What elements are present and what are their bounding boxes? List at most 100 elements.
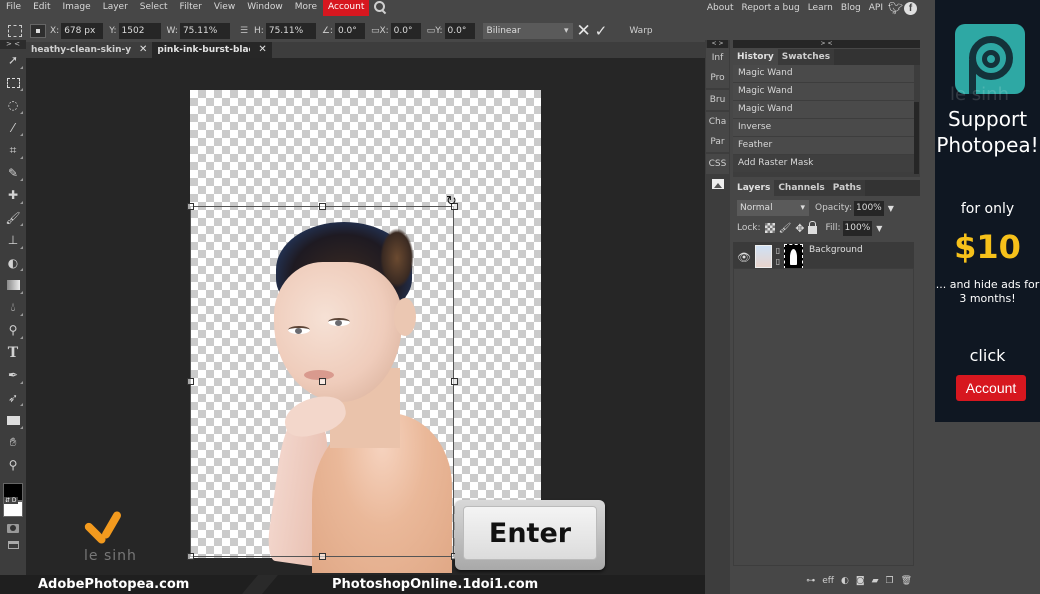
document-canvas[interactable]: [190, 90, 541, 573]
close-icon[interactable]: ✕: [139, 42, 147, 58]
tab-history[interactable]: History: [733, 49, 778, 65]
healing-brush-tool-icon[interactable]: ✚: [0, 184, 26, 207]
menu-image[interactable]: Image: [57, 0, 97, 16]
lock-pixels-icon[interactable]: 🖌︎: [779, 223, 792, 234]
canvas-workspace[interactable]: ↻: [26, 58, 705, 576]
mask-link-icon[interactable]: ▯ ▯: [774, 245, 782, 268]
move-tool-icon[interactable]: ➚: [0, 49, 26, 72]
transform-handle-tl[interactable]: [187, 203, 194, 210]
type-tool-icon[interactable]: T: [0, 342, 26, 365]
transform-handle-ml[interactable]: [187, 378, 194, 385]
history-item[interactable]: Feather: [733, 137, 914, 155]
transform-handle-mm[interactable]: [319, 378, 326, 385]
search-icon[interactable]: [371, 0, 389, 16]
history-item[interactable]: Inverse: [733, 119, 914, 137]
image-panel-icon[interactable]: [711, 179, 724, 189]
skew-x-input[interactable]: 0.0°: [390, 22, 421, 39]
height-input[interactable]: 75.11%: [265, 22, 316, 39]
swap-colors-button[interactable]: ⇵ D: [4, 496, 18, 504]
account-button[interactable]: Account: [323, 0, 370, 16]
blur-tool-icon[interactable]: 💧︎: [0, 297, 26, 320]
about-link[interactable]: About: [703, 3, 738, 13]
tab-heathy-clean-skin[interactable]: heathy-clean-skin-young-woman ✕: [26, 42, 153, 58]
screen-mode-icon[interactable]: [0, 537, 26, 553]
ad-account-button[interactable]: Account: [956, 375, 1026, 401]
tab-paths[interactable]: Paths: [828, 180, 866, 196]
transform-handle-tm[interactable]: [319, 203, 326, 210]
info-panel-button[interactable]: Inf: [706, 48, 729, 68]
brush-tool-icon[interactable]: 🖌︎: [0, 207, 26, 230]
x-input[interactable]: 678 px: [61, 22, 104, 39]
width-input[interactable]: 75.11%: [179, 22, 230, 39]
commit-transform-icon[interactable]: ✓: [595, 23, 608, 39]
magic-wand-tool-icon[interactable]: ⁄: [0, 117, 26, 140]
effects-icon[interactable]: eff: [822, 576, 834, 586]
clone-stamp-tool-icon[interactable]: ⊥: [0, 229, 26, 252]
quick-mask-icon[interactable]: [0, 521, 26, 537]
adjustment-icon[interactable]: ◐: [841, 576, 849, 586]
rectangle-tool-icon[interactable]: [0, 409, 26, 432]
properties-panel-button[interactable]: Pro: [706, 68, 729, 88]
layer-mask-thumbnail[interactable]: [784, 244, 803, 269]
blend-mode-select[interactable]: Normal: [737, 200, 809, 216]
tab-channels[interactable]: Channels: [774, 180, 829, 196]
mini-panel-toggle[interactable]: < >: [707, 40, 728, 48]
twitter-icon[interactable]: 🐦︎: [888, 1, 903, 15]
fill-dropdown-icon[interactable]: ▼: [876, 224, 882, 233]
mask-icon[interactable]: ◙: [856, 576, 865, 586]
marquee-tool-icon[interactable]: [0, 72, 26, 95]
delete-icon[interactable]: 🗑︎: [901, 576, 912, 586]
lock-all-icon[interactable]: [808, 220, 818, 234]
tab-layers[interactable]: Layers: [733, 180, 775, 196]
menu-edit[interactable]: Edit: [27, 0, 56, 16]
photopea-ad[interactable]: le sinh Support Photopea! for only $10 .…: [935, 0, 1040, 422]
layer-list-empty-area[interactable]: [733, 268, 914, 566]
zoom-tool-icon[interactable]: ⚲: [0, 454, 26, 477]
new-layer-icon[interactable]: ❐: [885, 576, 893, 586]
history-item-current[interactable]: Add Raster Mask: [733, 155, 914, 173]
menu-layer[interactable]: Layer: [97, 0, 134, 16]
link-layers-icon[interactable]: ⊶: [806, 576, 815, 586]
report-bug-link[interactable]: Report a bug: [737, 3, 803, 13]
hand-tool-icon[interactable]: ✋︎: [0, 432, 26, 455]
history-item[interactable]: Magic Wand: [733, 101, 914, 119]
pen-tool-icon[interactable]: ✒: [0, 364, 26, 387]
history-scrollbar[interactable]: [914, 102, 919, 174]
history-item[interactable]: Magic Wand: [733, 83, 914, 101]
folder-icon[interactable]: ▰: [872, 576, 879, 586]
dodge-tool-icon[interactable]: ⚲: [0, 319, 26, 342]
transform-handle-bl[interactable]: [187, 553, 194, 560]
transform-handle-mr[interactable]: [451, 378, 458, 385]
y-input[interactable]: 1502 px: [118, 22, 161, 52]
opacity-dropdown-icon[interactable]: ▼: [888, 204, 894, 213]
blog-link[interactable]: Blog: [837, 3, 865, 13]
learn-link[interactable]: Learn: [804, 3, 837, 13]
warp-button[interactable]: Warp: [629, 26, 652, 36]
menu-view[interactable]: View: [208, 0, 241, 16]
tools-collapse-toggle[interactable]: > <: [0, 40, 26, 49]
lasso-tool-icon[interactable]: ◌: [0, 94, 26, 117]
lock-transparency-icon[interactable]: [764, 223, 775, 233]
api-link[interactable]: API: [865, 3, 887, 13]
menu-more[interactable]: More: [289, 0, 323, 16]
paragraph-panel-button[interactable]: Par: [706, 132, 729, 152]
tab-swatches[interactable]: Swatches: [777, 49, 835, 65]
fill-input[interactable]: 100%: [842, 220, 873, 236]
transform-handle-bm[interactable]: [319, 553, 326, 560]
cancel-transform-icon[interactable]: ✕: [577, 22, 591, 39]
reference-point-icon[interactable]: [30, 23, 46, 38]
opacity-input[interactable]: 100%: [854, 200, 884, 216]
menu-window[interactable]: Window: [241, 0, 289, 16]
eraser-tool-icon[interactable]: ◐: [0, 252, 26, 275]
menu-filter[interactable]: Filter: [174, 0, 208, 16]
interpolation-select[interactable]: Bilinear: [482, 22, 573, 39]
menu-select[interactable]: Select: [134, 0, 174, 16]
link-proportions-icon[interactable]: ☰: [240, 26, 248, 36]
layer-name[interactable]: Background: [809, 245, 863, 255]
gradient-tool-icon[interactable]: [0, 274, 26, 297]
angle-input[interactable]: 0.0°: [334, 22, 365, 39]
eyedropper-tool-icon[interactable]: ✎: [0, 162, 26, 185]
path-select-tool-icon[interactable]: ➶: [0, 387, 26, 410]
css-panel-button[interactable]: CSS: [706, 154, 729, 174]
brush-panel-button[interactable]: Bru: [706, 90, 729, 110]
